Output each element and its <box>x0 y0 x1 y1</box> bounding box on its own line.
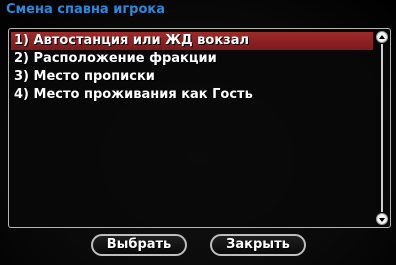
list-scrollbar[interactable] <box>376 31 388 225</box>
list-item-label: 2) Расположение фракции <box>14 51 217 66</box>
spawn-options-list: 1) Автостанция или ЖД вокзал 2) Располож… <box>11 32 373 224</box>
list-item-label: 3) Место прописки <box>14 69 155 84</box>
list-item-spawn-faction[interactable]: 2) Расположение фракции <box>11 50 373 68</box>
spawn-options-listbox[interactable]: 1) Автостанция или ЖД вокзал 2) Располож… <box>8 28 391 228</box>
list-item-spawn-registration[interactable]: 3) Место прописки <box>11 68 373 86</box>
scroll-down-arrow-icon[interactable] <box>376 213 388 225</box>
list-item-label: 1) Автостанция или ЖД вокзал <box>14 33 249 48</box>
list-item-spawn-guest[interactable]: 4) Место проживания как Гость <box>11 86 373 104</box>
spawn-change-dialog: Смена спавна игрока 1) Автостанция или Ж… <box>0 0 396 265</box>
list-item-spawn-station[interactable]: 1) Автостанция или ЖД вокзал <box>11 32 373 50</box>
scrollbar-track[interactable] <box>381 44 383 212</box>
scroll-up-arrow-icon[interactable] <box>376 31 388 43</box>
close-button[interactable]: Закрыть <box>210 234 306 256</box>
dialog-title: Смена спавна игрока <box>6 2 165 17</box>
list-item-label: 4) Место проживания как Гость <box>14 87 253 102</box>
select-button[interactable]: Выбрать <box>91 234 187 256</box>
